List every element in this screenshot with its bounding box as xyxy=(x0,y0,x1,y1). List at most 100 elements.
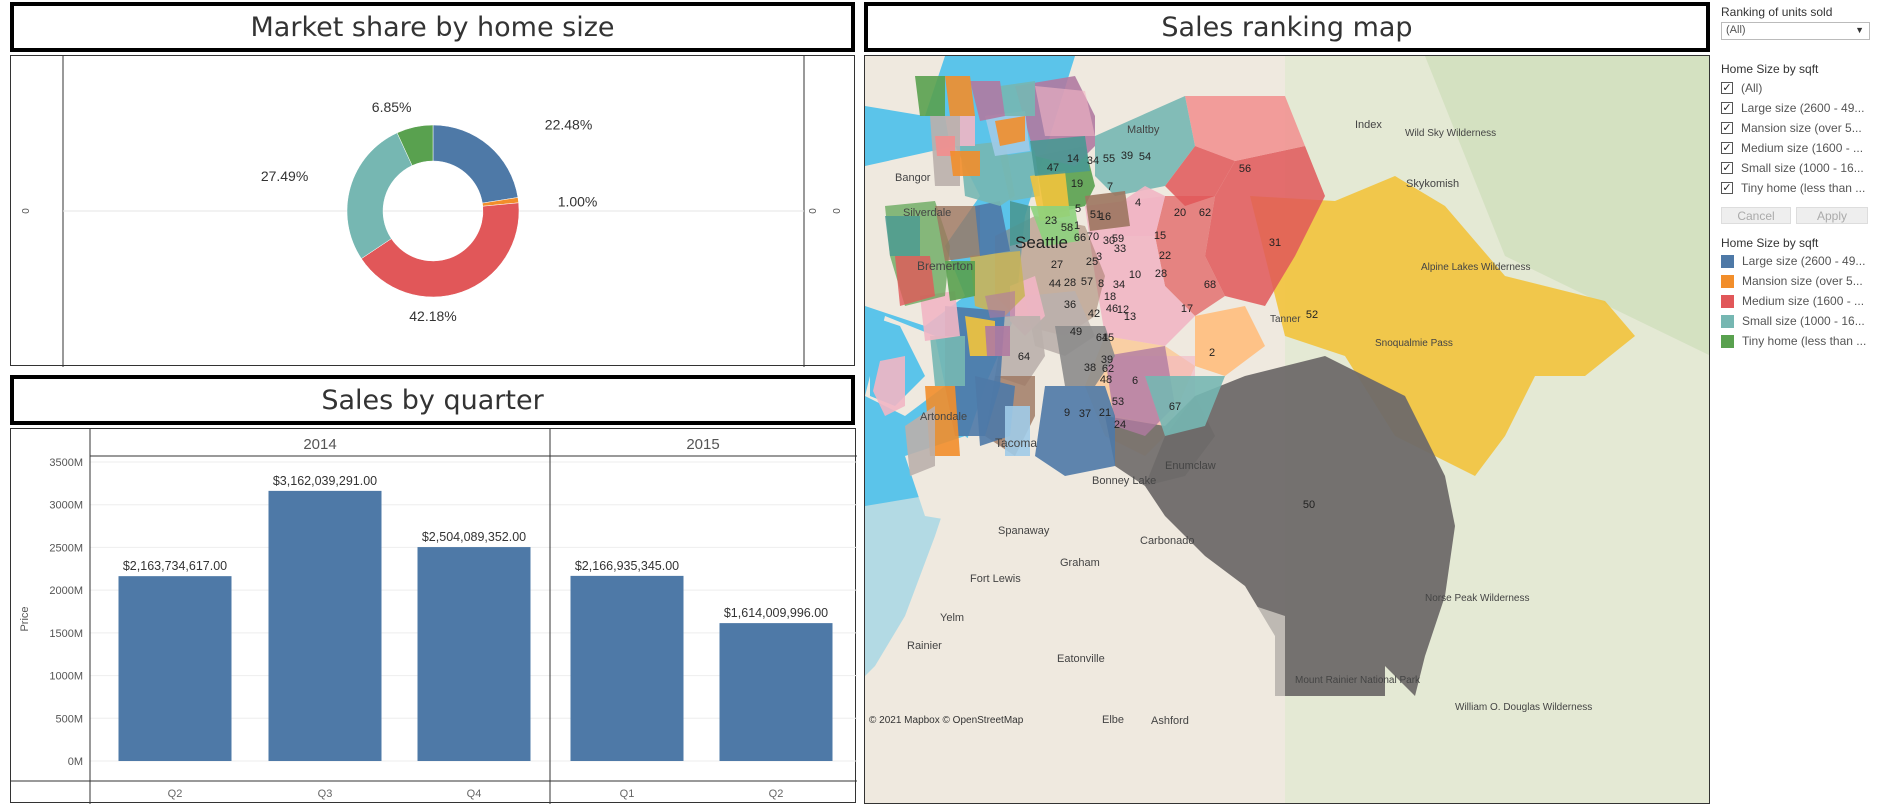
donut-right-axis-label-1: 0 xyxy=(808,208,819,214)
bar[interactable] xyxy=(268,490,382,761)
map-region-38 xyxy=(930,336,965,386)
svg-text:Maltby: Maltby xyxy=(1127,124,1160,136)
home-size-filter-title: Home Size by sqft xyxy=(1721,62,1819,76)
svg-text:38: 38 xyxy=(1084,362,1096,374)
map-region-47 xyxy=(915,76,945,116)
ranking-dropdown[interactable]: (All) ▼ xyxy=(1721,22,1870,40)
svg-text:56: 56 xyxy=(1239,163,1251,175)
legend-swatch xyxy=(1721,334,1734,348)
bar-value-label: $1,614,009,996.00 xyxy=(724,606,828,620)
checkbox-checked-icon[interactable]: ✓ xyxy=(1721,82,1733,94)
bar-y-ticks: 0M 500M 1000M 1500M 2000M 2500M 3000M 3500M xyxy=(49,457,83,768)
ranking-filter-title: Ranking of units sold xyxy=(1721,5,1833,19)
legend-item[interactable]: Small size (1000 - 16... xyxy=(1721,312,1871,330)
checkbox-checked-icon[interactable]: ✓ xyxy=(1721,142,1733,154)
svg-text:Eatonville: Eatonville xyxy=(1057,653,1105,665)
svg-text:9: 9 xyxy=(1064,407,1070,419)
bar-y-axis-title: Price xyxy=(19,606,31,631)
bar[interactable] xyxy=(417,547,531,761)
cancel-button[interactable]: Cancel xyxy=(1721,207,1791,224)
bar-value-label: $2,163,734,617.00 xyxy=(123,559,227,573)
bar-panel: 2014 2015 Price 0M 500M 1000M 1500M 2000M 250… xyxy=(10,428,857,804)
market-share-title: Market share by home size xyxy=(250,11,615,43)
svg-text:39: 39 xyxy=(1121,150,1133,162)
svg-text:Snoqualmie Pass: Snoqualmie Pass xyxy=(1375,338,1453,349)
map-region-55 xyxy=(1000,81,1035,116)
map-region-45 xyxy=(985,326,1010,356)
svg-text:Mount Rainier National Park: Mount Rainier National Park xyxy=(1295,675,1421,686)
svg-text:William O. Douglas Wilderness: William O. Douglas Wilderness xyxy=(1455,702,1592,713)
checkbox-checked-icon[interactable]: ✓ xyxy=(1721,162,1733,174)
donut-slice[interactable] xyxy=(432,124,519,204)
home-size-filter-item[interactable]: ✓ Medium size (1600 - ... xyxy=(1721,139,1871,157)
filter-item-label: Tiny home (less than ... xyxy=(1741,181,1866,195)
svg-text:19: 19 xyxy=(1071,178,1083,190)
svg-text:Graham: Graham xyxy=(1060,557,1100,569)
legend-item[interactable]: Tiny home (less than ... xyxy=(1721,332,1871,350)
legend-label: Mansion size (over 5... xyxy=(1742,274,1863,288)
bar-y-tick-label: 3000M xyxy=(49,500,83,512)
donut-panel: 0 0 0 22.48% 1.00% 42.18% 27.49% 6.85% xyxy=(10,55,856,367)
svg-text:Norse Peak Wilderness: Norse Peak Wilderness xyxy=(1425,593,1529,604)
svg-text:52: 52 xyxy=(1306,309,1318,321)
svg-text:Tanner: Tanner xyxy=(1270,314,1301,325)
sales-ranking-map[interactable]: 52 50 31 56 62 68 17 2 24 67 6 20 15 4 1… xyxy=(865,56,1710,804)
bar-year-label-2014: 2014 xyxy=(303,436,336,453)
svg-text:Fort Lewis: Fort Lewis xyxy=(970,573,1021,585)
donut-slice[interactable] xyxy=(346,132,413,259)
svg-text:Seattle: Seattle xyxy=(1015,233,1068,252)
sales-quarter-title-box: Sales by quarter xyxy=(10,375,855,425)
checkbox-checked-icon[interactable]: ✓ xyxy=(1721,182,1733,194)
svg-text:49: 49 xyxy=(1070,326,1082,338)
svg-text:37: 37 xyxy=(1079,408,1091,420)
bar[interactable] xyxy=(570,575,684,761)
legend-swatch xyxy=(1721,314,1734,328)
checkbox-checked-icon[interactable]: ✓ xyxy=(1721,102,1733,114)
map-region-14 xyxy=(945,76,975,116)
bar[interactable] xyxy=(118,576,232,761)
donut-chart[interactable]: 0 0 0 22.48% 1.00% 42.18% 27.49% 6.85% xyxy=(11,56,856,367)
map-region-7 xyxy=(995,116,1025,146)
svg-text:66: 66 xyxy=(1074,232,1086,244)
bar[interactable] xyxy=(719,623,833,761)
ranking-dropdown-value: (All) xyxy=(1726,24,1746,36)
svg-text:Index: Index xyxy=(1355,119,1382,131)
svg-text:62: 62 xyxy=(1199,207,1211,219)
svg-text:Bremerton: Bremerton xyxy=(917,259,973,273)
svg-text:7: 7 xyxy=(1107,181,1113,193)
donut-slice-label: 1.00% xyxy=(558,194,598,210)
svg-text:42: 42 xyxy=(1088,308,1100,320)
bar-quarter-label: Q2 xyxy=(168,788,183,800)
svg-text:54: 54 xyxy=(1139,151,1151,163)
svg-text:Rainier: Rainier xyxy=(907,640,942,652)
legend-item[interactable]: Large size (2600 - 49... xyxy=(1721,252,1871,270)
svg-text:61: 61 xyxy=(1096,332,1108,344)
legend-label: Large size (2600 - 49... xyxy=(1742,254,1866,268)
bar-y-tick-label: 2500M xyxy=(49,542,83,554)
svg-text:68: 68 xyxy=(1204,279,1216,291)
apply-button[interactable]: Apply xyxy=(1796,207,1868,224)
legend-item[interactable]: Medium size (1600 - ... xyxy=(1721,292,1871,310)
bar-quarter-label: Q1 xyxy=(620,788,635,800)
svg-text:24: 24 xyxy=(1114,419,1126,431)
svg-text:Spanaway: Spanaway xyxy=(998,525,1050,537)
map-region-23 xyxy=(885,216,920,256)
legend-swatch xyxy=(1721,274,1734,288)
home-size-filter-item[interactable]: ✓ Small size (1000 - 16... xyxy=(1721,159,1871,177)
svg-text:70: 70 xyxy=(1087,231,1099,243)
home-size-filter-item[interactable]: ✓ (All) xyxy=(1721,79,1871,97)
bar-chart[interactable]: 2014 2015 Price 0M 500M 1000M 1500M 2000M 250… xyxy=(11,429,857,804)
legend-item[interactable]: Mansion size (over 5... xyxy=(1721,272,1871,290)
home-size-filter-item[interactable]: ✓ Large size (2600 - 49... xyxy=(1721,99,1871,117)
svg-text:Ashford: Ashford xyxy=(1151,715,1189,727)
svg-text:Tacoma: Tacoma xyxy=(995,436,1037,450)
home-size-filter-item[interactable]: ✓ Tiny home (less than ... xyxy=(1721,179,1871,197)
svg-text:46: 46 xyxy=(1106,303,1118,315)
bar-y-tick-label: 500M xyxy=(55,713,83,725)
checkbox-checked-icon[interactable]: ✓ xyxy=(1721,122,1733,134)
home-size-filter-item[interactable]: ✓ Mansion size (over 5... xyxy=(1721,119,1871,137)
donut-slice[interactable] xyxy=(361,202,520,298)
map-panel[interactable]: 52 50 31 56 62 68 17 2 24 67 6 20 15 4 1… xyxy=(864,55,1710,804)
svg-text:23: 23 xyxy=(1045,215,1057,227)
svg-text:31: 31 xyxy=(1269,237,1281,249)
